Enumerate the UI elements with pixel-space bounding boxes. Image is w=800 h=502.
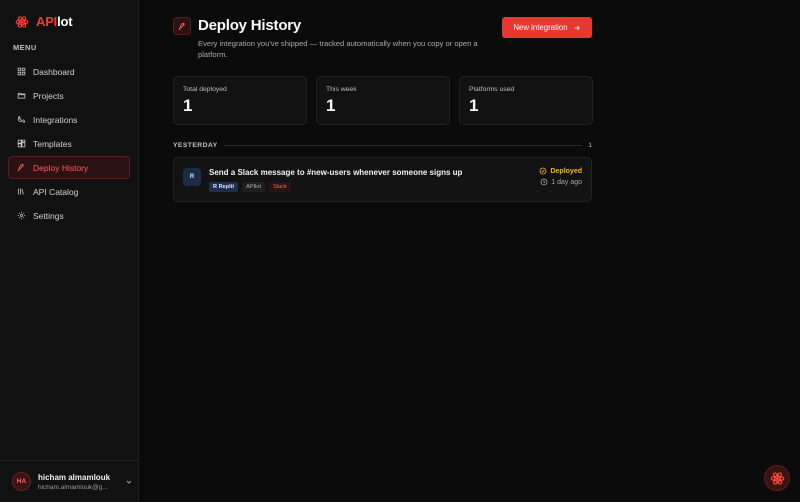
sidebar-item-templates[interactable]: Templates — [8, 132, 130, 155]
brand-logo[interactable]: APIlot — [15, 14, 73, 29]
group-divider — [223, 145, 583, 146]
sidebar-item-label: Templates — [33, 138, 72, 149]
tag-replit: R Replit — [209, 182, 239, 192]
sidebar-item-label: API Catalog — [33, 186, 79, 197]
sidebar-item-label: Dashboard — [33, 66, 75, 77]
sidebar-item-label: Projects — [33, 90, 64, 101]
stat-card-this-week: This week 1 — [316, 76, 450, 125]
chevron-down-icon[interactable] — [125, 478, 133, 486]
deploy-title: Send a Slack message to #new-users whene… — [209, 168, 463, 177]
clock-icon — [540, 178, 548, 186]
stat-label: Platforms used — [469, 86, 515, 93]
brand-prefix: API — [36, 14, 58, 29]
stat-value: 1 — [183, 96, 193, 115]
stat-card-platforms-used: Platforms used 1 — [459, 76, 593, 125]
assistant-button[interactable] — [764, 465, 790, 491]
page-subtitle: Every integration you've shipped — track… — [198, 39, 478, 59]
tag-slack: Slack — [269, 182, 291, 192]
sidebar-item-projects[interactable]: Projects — [8, 84, 130, 107]
stat-value: 1 — [326, 96, 336, 115]
group-header-yesterday: YESTERDAY 1 — [173, 142, 592, 149]
new-integration-button[interactable]: New integration — [502, 17, 592, 38]
time-text: 1 day ago — [551, 178, 582, 186]
sidebar-item-api-catalog[interactable]: API Catalog — [8, 180, 130, 203]
page-title: Deploy History — [198, 17, 302, 34]
arrow-right-icon — [574, 25, 580, 30]
grid-icon — [17, 67, 26, 76]
sidebar-item-integrations[interactable]: Integrations — [8, 108, 130, 131]
library-icon — [18, 188, 24, 195]
stat-value: 1 — [469, 96, 479, 115]
logo-icon — [770, 471, 784, 485]
rocket-icon — [17, 163, 24, 171]
platform-badge: R — [183, 168, 201, 186]
tag-apilot: APIlot — [242, 182, 266, 192]
new-integration-label: New integration — [513, 23, 568, 32]
stat-label: This week — [326, 86, 357, 93]
group-label: YESTERDAY — [173, 142, 218, 149]
stat-label: Total deployed — [183, 86, 227, 93]
app-root: APIlot MENU Dashboard Projects Integrati… — [0, 0, 800, 502]
menu-label: MENU — [13, 43, 37, 52]
avatar: HA — [12, 472, 31, 491]
sidebar-item-label: Integrations — [33, 114, 78, 125]
sidebar-item-label: Deploy History — [33, 162, 89, 173]
main-content: Deploy History Every integration you've … — [139, 0, 800, 502]
sidebar-item-settings[interactable]: Settings — [8, 204, 130, 227]
brand-suffix: lot — [57, 14, 73, 29]
brand-name: APIlot — [36, 14, 73, 29]
stat-card-total-deployed: Total deployed 1 — [173, 76, 307, 125]
page-title-icon — [173, 17, 191, 35]
logo-icon — [15, 15, 29, 28]
sidebar-item-deploy-history[interactable]: Deploy History — [8, 156, 130, 179]
user-name: hicham almamlouk — [38, 472, 111, 482]
deploy-time: 1 day ago — [540, 178, 582, 186]
sidebar-nav: Dashboard Projects Integrations Template… — [8, 60, 130, 228]
rocket-icon — [178, 22, 185, 30]
deploy-tags: R Replit APIlot Slack — [209, 182, 291, 192]
deploy-item[interactable]: R Send a Slack message to #new-users whe… — [173, 157, 592, 202]
sidebar-item-label: Settings — [33, 210, 64, 221]
plug-icon — [17, 115, 26, 123]
sidebar-item-dashboard[interactable]: Dashboard — [8, 60, 130, 83]
stats-row: Total deployed 1 This week 1 Platforms u… — [173, 76, 593, 125]
template-icon — [17, 139, 26, 148]
group-count: 1 — [588, 142, 592, 149]
check-circle-icon — [540, 167, 547, 175]
status-text: Deployed — [550, 167, 582, 175]
folder-icon — [17, 92, 26, 99]
status-badge: Deployed — [539, 167, 582, 175]
user-email: hicham.almamlouk@g... — [38, 483, 108, 491]
gear-icon — [17, 211, 26, 220]
user-menu[interactable]: HA hicham almamlouk hicham.almamlouk@g..… — [0, 460, 139, 502]
user-info: hicham almamlouk hicham.almamlouk@g... — [38, 473, 114, 491]
sidebar: APIlot MENU Dashboard Projects Integrati… — [0, 0, 139, 502]
